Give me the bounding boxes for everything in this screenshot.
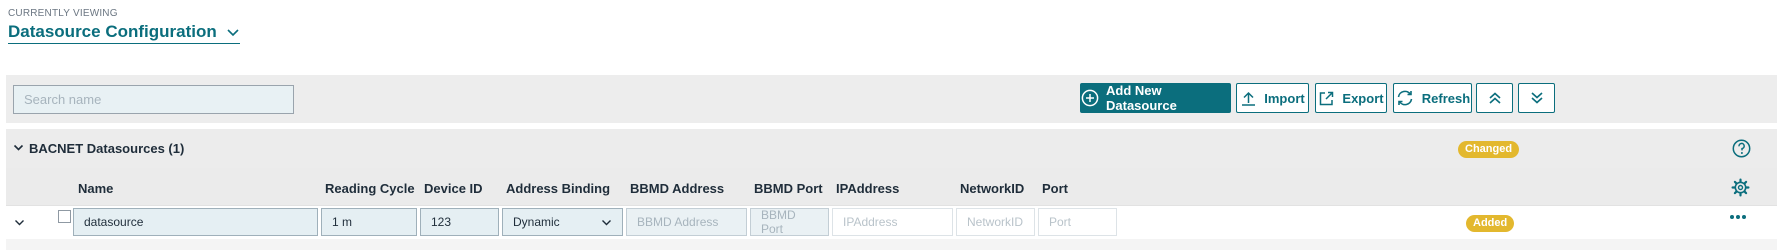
added-status-badge: Added [1466, 215, 1515, 232]
plus-circle-icon [1081, 89, 1099, 107]
device-id-field[interactable]: 123 [420, 208, 499, 236]
reading-cycle-field[interactable]: 1 m [321, 208, 417, 236]
ip-address-field[interactable]: IPAddress [832, 208, 953, 236]
column-header-address-binding[interactable]: Address Binding [506, 181, 610, 196]
expand-all-button[interactable] [1518, 83, 1555, 113]
search-input[interactable] [13, 85, 294, 114]
add-new-datasource-label: Add New Datasource [1106, 83, 1177, 113]
column-header-reading-cycle[interactable]: Reading Cycle [325, 181, 415, 196]
chevron-down-icon [227, 29, 239, 37]
chevron-down-icon[interactable] [13, 142, 24, 153]
double-chevron-down-icon [1530, 92, 1543, 104]
column-header-ip-address[interactable]: IPAddress [836, 181, 899, 196]
import-button[interactable]: Import [1236, 83, 1309, 113]
chevron-down-icon[interactable] [14, 217, 25, 228]
column-header-device-id[interactable]: Device ID [424, 181, 483, 196]
gear-icon[interactable] [1731, 178, 1750, 197]
currently-viewing-label: CURRENTLY VIEWING [8, 8, 118, 19]
name-field[interactable]: datasource [73, 208, 318, 236]
column-header-row: Name Reading Cycle Device ID Address Bin… [6, 168, 1777, 205]
network-id-field[interactable]: NetworkID [956, 208, 1035, 236]
upload-icon [1242, 91, 1256, 106]
column-header-bbmd-address[interactable]: BBMD Address [630, 181, 724, 196]
page-header: CURRENTLY VIEWING Datasource Configurati… [8, 8, 240, 44]
column-header-name[interactable]: Name [78, 181, 113, 196]
column-header-port[interactable]: Port [1042, 181, 1068, 196]
page-title: Datasource Configuration [8, 22, 217, 41]
section-header[interactable]: BACNET Datasources (1) Changed [6, 129, 1777, 168]
section-title: BACNET Datasources (1) [29, 141, 185, 156]
refresh-button[interactable]: Refresh [1393, 83, 1472, 113]
export-button[interactable]: Export [1315, 83, 1387, 113]
bbmd-address-field: BBMD Address [626, 208, 747, 236]
export-label: Export [1342, 90, 1384, 106]
bacnet-datasources-section: BACNET Datasources (1) Changed Name Read… [6, 129, 1777, 250]
toolbar: Add New Datasource Import Export Refresh [6, 75, 1777, 123]
changed-status-badge: Changed [1458, 141, 1520, 158]
export-icon [1320, 91, 1334, 105]
table-row: datasource 1 m 123 Dynamic BBMD Address … [6, 205, 1777, 239]
column-header-network-id[interactable]: NetworkID [960, 181, 1024, 196]
address-binding-select[interactable]: Dynamic [502, 208, 623, 236]
import-label: Import [1264, 90, 1305, 106]
more-options-icon[interactable] [1729, 214, 1747, 220]
row-select-checkbox[interactable] [58, 210, 71, 223]
bbmd-port-field: BBMD Port [750, 208, 829, 236]
view-selector[interactable]: Datasource Configuration [8, 22, 240, 44]
add-new-datasource-button[interactable]: Add New Datasource [1080, 83, 1231, 113]
port-field[interactable]: Port [1038, 208, 1117, 236]
column-header-bbmd-port[interactable]: BBMD Port [754, 181, 823, 196]
collapse-all-button[interactable] [1476, 83, 1513, 113]
refresh-icon [1397, 90, 1413, 106]
address-binding-value: Dynamic [513, 215, 560, 229]
double-chevron-up-icon [1488, 92, 1501, 104]
help-icon[interactable] [1732, 139, 1751, 158]
chevron-down-icon [602, 219, 611, 225]
refresh-label: Refresh [1421, 90, 1471, 106]
